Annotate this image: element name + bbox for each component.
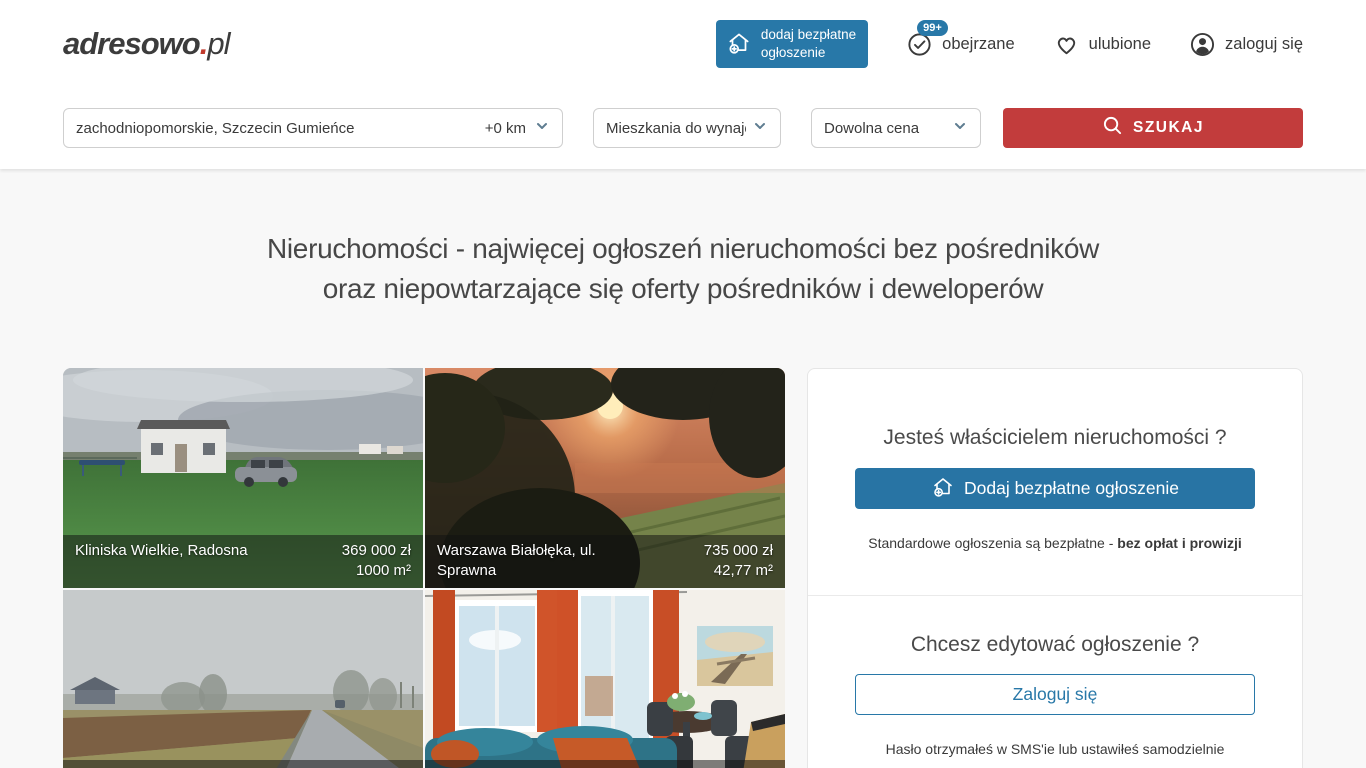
listing-overlay: Kliniska Wielkie, Radosna 369 000 zł 100… [63, 535, 423, 588]
listing-location: Kliniska Wielkie, Radosna [75, 541, 248, 581]
listing-price: 735 000 zł [704, 541, 773, 561]
sidebar-add-listing-label: Dodaj bezpłatne ogłoszenie [964, 478, 1179, 499]
listing-price: 369 000 zł [342, 541, 411, 561]
page-title-line1: Nieruchomości - najwięcej ogłoszeń nieru… [267, 233, 1099, 264]
listing-area: 1000 m² [342, 561, 411, 581]
listing-overlay: Warszawa Białołęka, ul. Sprawna 735 000 … [425, 535, 785, 588]
listing-area: 42,77 m² [704, 561, 773, 581]
owner-panel-note: Standardowe ogłoszenia są bezpłatne - be… [808, 535, 1302, 551]
owner-note-regular: Standardowe ogłoszenia są bezpłatne - [868, 535, 1117, 551]
listing-card-3[interactable]: Felicjanów 970 000 zł [63, 590, 423, 768]
house-plus-icon [726, 29, 752, 60]
favorites-link[interactable]: ulubione [1053, 31, 1151, 58]
category-select[interactable]: Mieszkania do wynajęcia [593, 108, 781, 148]
page-title-line2: oraz niepowtarzające się oferty pośredni… [323, 273, 1044, 304]
add-listing-label-line2: ogłoszenie [761, 44, 856, 62]
location-input[interactable]: zachodniopomorskie, Szczecin Gumieńce +0… [63, 108, 563, 148]
sidebar-login-button[interactable]: Zaloguj się [855, 674, 1255, 715]
search-bar: zachodniopomorskie, Szczecin Gumieńce +0… [0, 88, 1366, 169]
chevron-down-icon [534, 118, 550, 138]
listing-card-2[interactable]: Warszawa Białołęka, ul. Sprawna 735 000 … [425, 368, 785, 588]
listing-photo-rural-road [63, 590, 423, 768]
login-link[interactable]: zaloguj się [1189, 31, 1303, 58]
sidebar-divider [808, 595, 1302, 596]
heart-icon [1053, 31, 1080, 58]
search-button[interactable]: SZUKAJ [1003, 108, 1303, 148]
owner-note-bold: bez opłat i prowizji [1117, 535, 1241, 551]
owner-panel-title: Jesteś właścicielem nieruchomości ? [808, 425, 1302, 451]
sidebar-add-listing-button[interactable]: Dodaj bezpłatne ogłoszenie [855, 468, 1255, 509]
listing-overlay: Felicjanów 970 000 zł [63, 760, 423, 768]
viewed-label: obejrzane [942, 35, 1014, 54]
site-header: adresowo.pl dodaj bezpłatne ogłoszenie [0, 0, 1366, 169]
listing-card-1[interactable]: Kliniska Wielkie, Radosna 369 000 zł 100… [63, 368, 423, 588]
chevron-down-icon [952, 118, 968, 138]
category-value: Mieszkania do wynajęcia [606, 120, 746, 137]
price-value: Dowolna cena [824, 120, 919, 137]
listing-location: Warszawa Białołęka, ul. Sprawna [437, 541, 632, 581]
listing-overlay: Władysławowo, ul. 514 000 zł [425, 760, 785, 768]
login-label: zaloguj się [1225, 35, 1303, 54]
search-button-label: SZUKAJ [1133, 119, 1204, 137]
page-title: Nieruchomości - najwięcej ogłoszeń nieru… [0, 229, 1366, 309]
chevron-down-icon [752, 118, 768, 138]
listing-card-4[interactable]: Władysławowo, ul. 514 000 zł [425, 590, 785, 768]
viewed-count-badge: 99+ [917, 20, 948, 36]
listing-photo-apartment [425, 590, 785, 768]
add-listing-button[interactable]: dodaj bezpłatne ogłoszenie [716, 20, 868, 67]
owner-panel: Jesteś właścicielem nieruchomości ? Doda… [807, 368, 1303, 768]
listings-grid: Kliniska Wielkie, Radosna 369 000 zł 100… [63, 368, 785, 768]
favorites-label: ulubione [1089, 35, 1151, 54]
viewed-link[interactable]: 99+ obejrzane [906, 31, 1014, 58]
site-logo[interactable]: adresowo.pl [63, 26, 229, 62]
user-circle-icon [1189, 31, 1216, 58]
radius-value: +0 km [485, 120, 526, 137]
house-plus-icon [931, 474, 955, 503]
search-icon [1102, 115, 1123, 141]
location-value: zachodniopomorskie, Szczecin Gumieńce [76, 120, 354, 137]
add-listing-label-line1: dodaj bezpłatne [761, 26, 856, 44]
logo-name: adresowo [63, 26, 200, 61]
sidebar-login-label: Zaloguj się [1013, 684, 1098, 705]
edit-panel-title: Chcesz edytować ogłoszenie ? [808, 632, 1302, 658]
edit-panel-note: Hasło otrzymałeś w SMS'ie lub ustawiłeś … [808, 741, 1302, 757]
logo-tld: pl [207, 26, 229, 61]
price-select[interactable]: Dowolna cena [811, 108, 981, 148]
radius-selector[interactable]: +0 km [485, 118, 550, 138]
